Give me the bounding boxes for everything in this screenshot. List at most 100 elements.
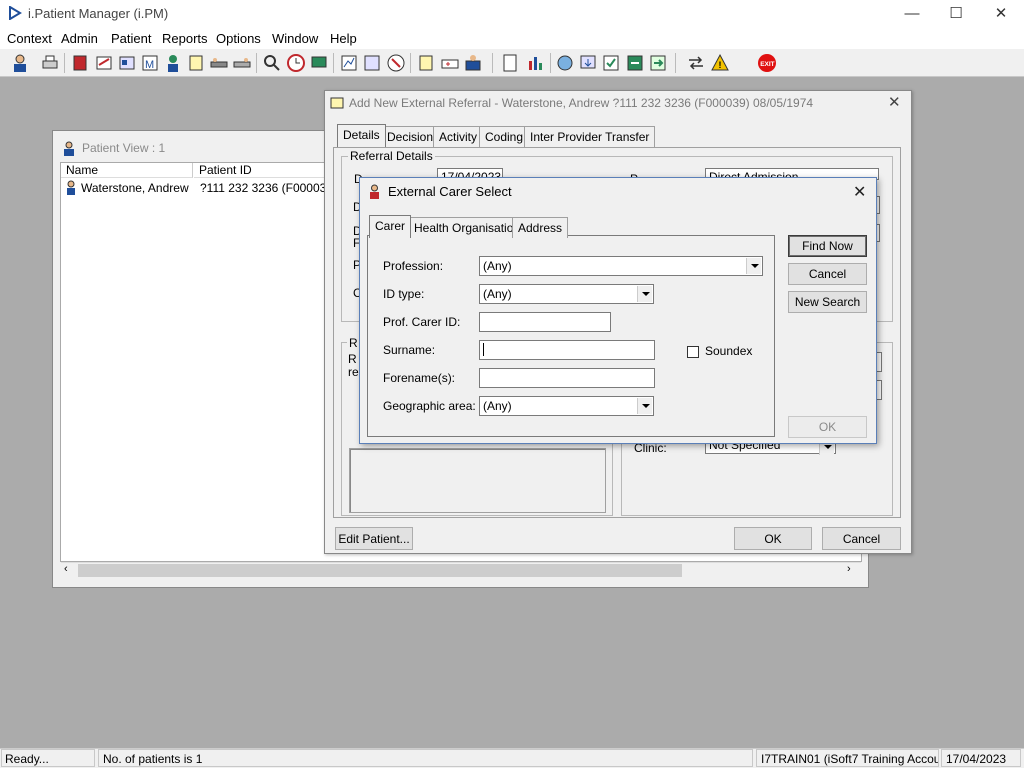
svg-text:!: ! [719,60,722,70]
text-cursor [483,343,484,356]
tab-inter-provider-transfer[interactable]: Inter Provider Transfer [524,126,656,147]
close-button[interactable]: ✕ [978,0,1024,28]
patient-view-icon [64,141,74,156]
tab-address[interactable]: Address [512,217,569,238]
notes-icon[interactable] [186,53,206,73]
bed-icon[interactable] [209,53,229,73]
profession-select[interactable]: (Any) [479,256,763,276]
warning-icon[interactable]: ! [710,53,730,73]
scrollbar-thumb[interactable] [78,564,682,577]
tab-coding[interactable]: Coding [479,126,530,147]
app-title: i.Patient Manager (i.PM) [28,6,169,21]
book-icon[interactable] [70,53,90,73]
id-type-label: ID type: [383,287,425,301]
checklist-icon[interactable] [601,53,621,73]
prof-carer-id-input[interactable] [479,312,611,332]
globe-icon[interactable] [555,53,575,73]
menu-help[interactable]: Help [330,31,357,46]
chevron-down-icon[interactable] [746,258,761,274]
referral-notes-textarea[interactable] [349,448,606,513]
tab-decision[interactable]: Decision [381,126,440,147]
patient-icon[interactable] [10,53,30,73]
chart-icon[interactable] [339,53,359,73]
toolbar-separator [675,53,676,73]
export-icon[interactable] [648,53,668,73]
surname-label: Surname: [383,343,436,357]
patient-id-cell[interactable]: ?111 232 3236 (F000039) [200,181,337,195]
svg-text:EXIT: EXIT [760,61,774,68]
tab-details[interactable]: Details [337,124,386,147]
referral-ok-button[interactable]: OK [734,527,812,550]
toolbar-separator [550,53,551,73]
card-icon[interactable] [117,53,137,73]
referral-cancel-button[interactable]: Cancel [822,527,901,550]
import-icon[interactable] [625,53,645,73]
carer-dialog-title: External Carer Select [388,184,512,199]
menu-reports[interactable]: Reports [162,31,208,46]
profession-label: Profession: [383,259,444,273]
geographic-area-select[interactable]: (Any) [479,396,654,416]
minimize-button[interactable]: — [889,0,935,28]
surname-input[interactable] [479,340,655,360]
soundex-checkbox[interactable] [687,346,699,358]
referral-close-icon[interactable]: ✕ [888,93,901,111]
new-search-button[interactable]: New Search [788,291,867,313]
tab-carer[interactable]: Carer [369,215,412,238]
m-icon[interactable]: M [140,53,160,73]
stop-icon[interactable] [386,53,406,73]
patient-view-title: Patient View : 1 [82,141,166,155]
toolbar-separator [333,53,334,73]
exit-icon[interactable]: EXIT [757,53,777,73]
soundex-label: Soundex [705,344,753,358]
clinic-icon[interactable] [463,53,483,73]
carer-cancel-button[interactable]: Cancel [788,263,867,285]
scroll-left-icon[interactable]: ‹ [64,563,68,575]
forename-label: Forename(s): [383,371,456,385]
referral-dialog-icon [330,97,344,109]
toolbar-separator [64,53,65,73]
search-icon[interactable] [262,53,282,73]
menu-window[interactable]: Window [272,31,318,46]
column-header-name[interactable]: Name [61,163,193,178]
chevron-down-icon[interactable] [637,398,652,414]
bar-chart-icon[interactable] [525,53,545,73]
toolbar-separator [492,53,493,73]
menu-context[interactable]: Context [7,31,52,46]
monitor-icon[interactable] [309,53,329,73]
column-header-patient-id[interactable]: Patient ID [194,163,334,178]
doctor-icon[interactable] [163,53,183,73]
prof-carer-id-label: Prof. Carer ID: [383,315,461,329]
find-now-button[interactable]: Find Now [788,235,867,257]
swap-icon[interactable] [686,53,706,73]
document-icon[interactable] [416,53,436,73]
menu-bar [0,28,1024,49]
page-icon[interactable] [500,53,520,73]
scroll-right-icon[interactable]: › [847,563,851,575]
patient-name-cell[interactable]: Waterstone, Andrew [81,181,189,195]
carer-ok-button[interactable]: OK [788,416,867,438]
status-account: I7TRAIN01 (iSoft7 Training Account) [756,749,939,767]
transfer-icon[interactable] [232,53,252,73]
forename-input[interactable] [479,368,655,388]
referral-icon[interactable] [94,53,114,73]
status-ready: Ready... [1,749,95,767]
menu-admin[interactable]: Admin [61,31,98,46]
tab-activity[interactable]: Activity [433,126,484,147]
maximize-button[interactable]: ☐ [933,0,979,28]
status-patient-count: No. of patients is 1 [98,749,753,767]
clock-icon[interactable] [286,53,306,73]
carer-dialog-icon [370,184,379,199]
edit-patient-button[interactable]: Edit Patient... [335,527,413,550]
printer-icon[interactable] [40,53,60,73]
geographic-area-label: Geographic area: [383,399,476,413]
chevron-down-icon[interactable] [637,286,652,302]
carer-close-icon[interactable]: ✕ [853,182,866,202]
download-icon[interactable] [578,53,598,73]
id-type-select[interactable]: (Any) [479,284,654,304]
menu-patient[interactable]: Patient [111,31,151,46]
menu-options[interactable]: Options [216,31,261,46]
tab-health-organisation[interactable]: Health Organisation [408,217,527,238]
ambulance-icon[interactable] [440,53,460,73]
app-logo-icon [9,6,22,20]
letter-icon[interactable] [362,53,382,73]
